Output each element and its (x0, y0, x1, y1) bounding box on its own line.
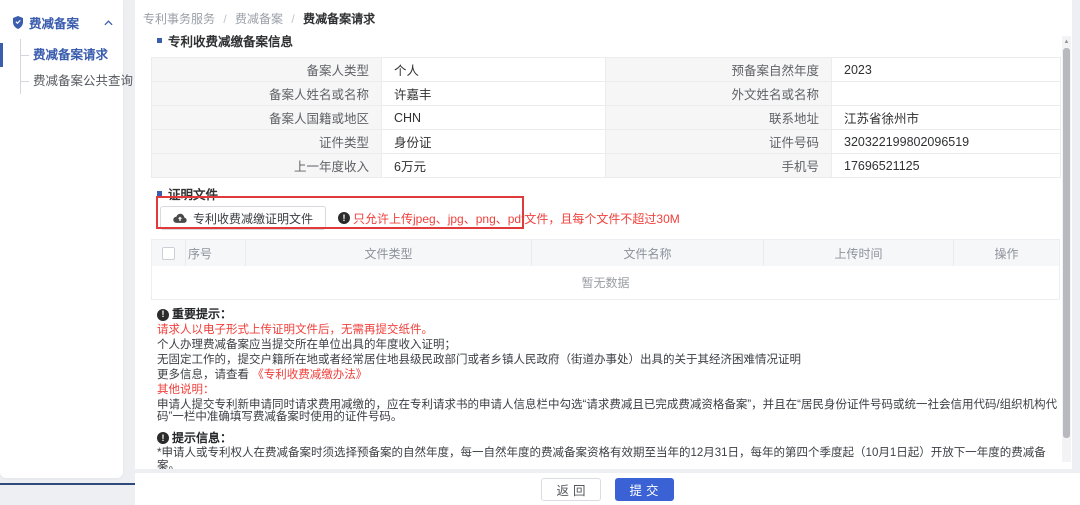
column-header-index: 序号 (186, 240, 246, 266)
main-content: 专利事务服务 / 费减备案 / 费减备案请求 专利收费减缴备案信息 备案人类型 … (135, 0, 1072, 469)
important-notice-title: 重要提示： (157, 308, 1072, 321)
footer-action-bar: 返回 提交 (135, 473, 1080, 505)
notice-title-text: 重要提示： (172, 308, 232, 321)
field-value-contact-address: 江苏省徐州市 (832, 106, 1061, 130)
field-value-id-number: 320322199802096519 (832, 130, 1061, 154)
column-header-actions: 操作 (954, 240, 1059, 266)
field-label: 备案人国籍或地区 (152, 106, 382, 130)
sidebar-item-fee-reduction-request[interactable]: 费减备案请求 (0, 42, 123, 68)
notice-other-line: 申请人提交专利新申请同时请求费用减缴的，应在专利请求书的申请人信息栏中勾选“请求… (157, 399, 1072, 424)
important-notice: 重要提示： 请求人以电子形式上传证明文件后，无需再提交纸件。 个人办理费减备案应… (157, 308, 1072, 424)
column-header-file-type: 文件类型 (246, 240, 532, 266)
fee-reduction-badge-icon (12, 16, 24, 29)
notice-line-income-proof: 个人办理费减备案应当提交所在单位出具的年度收入证明； (157, 339, 1072, 352)
field-value-mobile: 17696521125 (832, 154, 1061, 178)
section-bullet-icon (157, 191, 162, 196)
sidebar-group-fee-reduction[interactable]: 费减备案 (0, 0, 123, 38)
table-row: 上一年度收入 6万元 手机号 17696521125 (152, 154, 1061, 178)
field-label: 证件号码 (606, 130, 832, 154)
back-button[interactable]: 返回 (541, 478, 600, 501)
more-info-prefix: 更多信息，请查看 (157, 369, 252, 381)
info-icon (157, 432, 169, 444)
notice-line-more-info: 更多信息，请查看 《专利收费减缴办法》 (157, 369, 1072, 382)
page: 费减备案 费减备案请求 费减备案公共查询 专利事务服务 / 费减备案 / 费减备… (0, 0, 1080, 505)
field-label: 上一年度收入 (152, 154, 382, 178)
table-row: 证件类型 身份证 证件号码 320322199802096519 (152, 130, 1061, 154)
column-header-upload-time: 上传时间 (764, 240, 954, 266)
column-header-file-name: 文件名称 (532, 240, 764, 266)
breadcrumb: 专利事务服务 / 费减备案 / 费减备案请求 (143, 10, 1072, 24)
sidebar-tree: 费减备案请求 费减备案公共查询 (0, 42, 123, 94)
section-title-text: 证明文件 (168, 184, 218, 203)
table-row: 备案人类型 个人 预备案自然年度 2023 (152, 58, 1061, 82)
tips-title: 提示信息： (157, 432, 1072, 445)
field-label: 备案人类型 (152, 58, 382, 82)
cloud-upload-icon (173, 213, 187, 224)
info-icon (157, 309, 169, 321)
breadcrumb-item-fee-reduction[interactable]: 费减备案 (235, 12, 283, 26)
info-icon (338, 212, 350, 224)
breadcrumb-separator: / (223, 12, 226, 26)
tips-info: 提示信息： *申请人或专利权人在费减备案时须选择预备案的自然年度，每一自然年度的… (157, 432, 1072, 470)
field-label: 备案人姓名或名称 (152, 82, 382, 106)
vertical-scrollbar[interactable]: ▲ (1062, 36, 1071, 462)
breadcrumb-item-current: 费减备案请求 (303, 12, 375, 26)
notice-line-electronic-upload: 请求人以电子形式上传证明文件后，无需再提交纸件。 (157, 324, 1072, 337)
proof-files-table: 序号 文件类型 文件名称 上传时间 操作 暂无数据 (151, 239, 1060, 300)
proof-files-table-header: 序号 文件类型 文件名称 上传时间 操作 (152, 240, 1059, 266)
section-bullet-icon (157, 38, 162, 43)
sidebar-bottom-divider (0, 483, 135, 485)
sidebar-item-label: 费减备案请求 (33, 48, 108, 62)
section-title-proof-files: 证明文件 (157, 187, 1072, 199)
field-value-nationality: CHN (382, 106, 606, 130)
field-label: 联系地址 (606, 106, 832, 130)
section-title-text: 专利收费减缴备案信息 (168, 31, 293, 50)
tips-line-annual-validity: *申请人或专利权人在费减备案时须选择预备案的自然年度，每一自然年度的费减备案资格… (157, 447, 1062, 469)
field-value-last-year-income: 6万元 (382, 154, 606, 178)
upload-row: 专利收费减缴证明文件 只允许上传jpeg、jpg、png、pdf文件，且每个文件… (160, 206, 1072, 230)
fee-reduction-measures-link[interactable]: 《专利收费减缴办法》 (252, 369, 367, 381)
chevron-up-icon[interactable] (104, 20, 113, 26)
empty-state-text: 暂无数据 (152, 266, 1059, 299)
table-row: 备案人国籍或地区 CHN 联系地址 江苏省徐州市 (152, 106, 1061, 130)
field-value-foreign-name (832, 82, 1061, 106)
field-value-id-type: 身份证 (382, 130, 606, 154)
section-title-filing-info: 专利收费减缴备案信息 (157, 33, 1072, 47)
field-label: 证件类型 (152, 130, 382, 154)
field-value-applicant-type: 个人 (382, 58, 606, 82)
field-value-applicant-name: 许嘉丰 (382, 82, 606, 106)
filing-info-table: 备案人类型 个人 预备案自然年度 2023 备案人姓名或名称 许嘉丰 外文姓名或… (151, 57, 1061, 178)
breadcrumb-separator: / (291, 12, 294, 26)
scrollbar-up-arrow-icon[interactable]: ▲ (1062, 36, 1071, 47)
notice-line-no-fixed-job: 无固定工作的，提交户籍所在地或者经常居住地县级民政部门或者乡镇人民政府（街道办事… (157, 354, 1072, 367)
upload-button-label: 专利收费减缴证明文件 (193, 210, 313, 227)
notice-other-title: 其他说明： (157, 384, 1072, 397)
sidebar: 费减备案 费减备案请求 费减备案公共查询 (0, 0, 123, 478)
field-label: 预备案自然年度 (606, 58, 832, 82)
breadcrumb-item-patent-services[interactable]: 专利事务服务 (143, 12, 215, 26)
select-all-checkbox[interactable] (162, 247, 175, 260)
submit-button[interactable]: 提交 (615, 478, 674, 501)
upload-proof-file-button[interactable]: 专利收费减缴证明文件 (160, 206, 326, 230)
field-value-prefiling-year: 2023 (832, 58, 1061, 82)
sidebar-group-label: 费减备案 (29, 13, 99, 32)
table-row: 备案人姓名或名称 许嘉丰 外文姓名或名称 (152, 82, 1061, 106)
field-label: 手机号 (606, 154, 832, 178)
upload-hint: 只允许上传jpeg、jpg、png、pdf文件，且每个文件不超过30M (338, 210, 680, 227)
field-label: 外文姓名或名称 (606, 82, 832, 106)
scrollbar-thumb[interactable] (1063, 48, 1070, 438)
sidebar-item-fee-reduction-public-query[interactable]: 费减备案公共查询 (0, 68, 123, 94)
tips-title-text: 提示信息： (172, 432, 232, 445)
sidebar-item-label: 费减备案公共查询 (33, 74, 133, 88)
upload-hint-text: 只允许上传jpeg、jpg、png、pdf文件，且每个文件不超过30M (353, 210, 680, 227)
